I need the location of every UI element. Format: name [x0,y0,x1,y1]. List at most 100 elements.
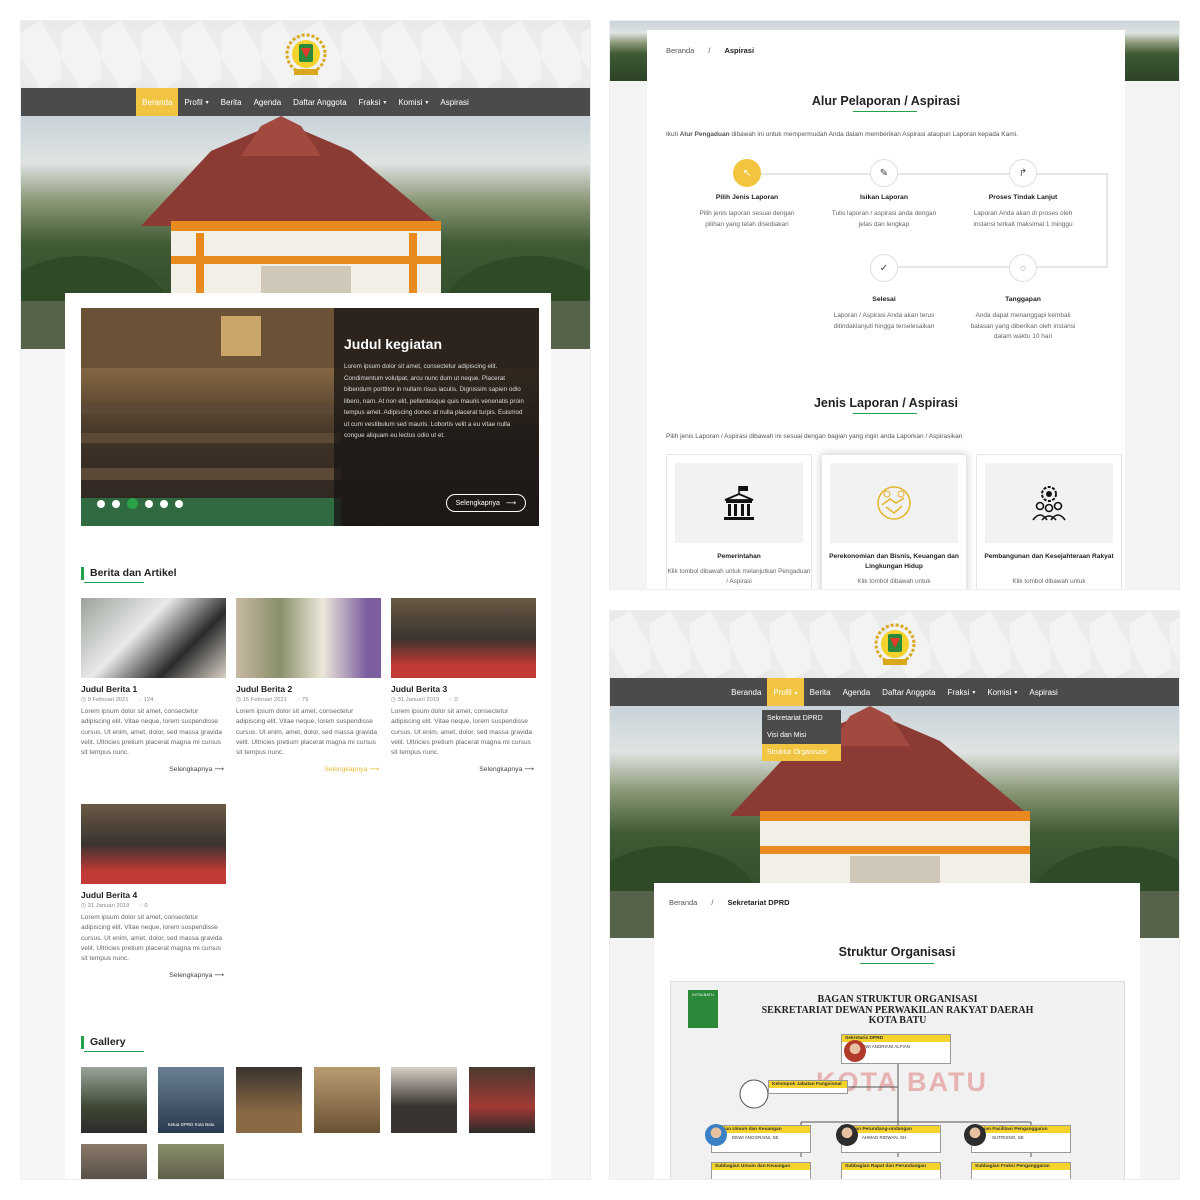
jenis-title: Pembangunan dan Kesejahteraan Rakyat [984,553,1114,560]
avatar [705,1124,727,1146]
title-underline [853,413,917,414]
step-title: Pilih Jenis Laporan [715,194,779,201]
org-box-fungsional: Kelompok Jabatan Fungsional [768,1080,848,1094]
news-more-link[interactable]: Selengkapnya ⟶ [391,765,536,773]
dropdown-item-sekretariat[interactable]: Sekretariat DPRD [762,710,841,727]
jenis-card-pembangunan[interactable]: Pembangunan dan Kesejahteraan Rakyat Kli… [976,454,1122,589]
gallery-photo[interactable] [81,1144,147,1179]
breadcrumb-current: Sekretariat DPRD [727,898,790,907]
org-box-sub-umum: Subbagian Umum dan Keuangan [711,1162,811,1179]
dropdown-item-visi-misi[interactable]: Visi dan Misi [762,727,841,744]
chevron-down-icon: ▾ [383,99,387,106]
nav-beranda[interactable]: Beranda [136,88,179,116]
step-title: Isikan Laporan [860,194,908,201]
news-title[interactable]: Judul Berita 2 [236,684,381,694]
nav-profil[interactable]: Profil ▾ [178,88,214,116]
handshake-icon [830,463,958,543]
government-building-icon [675,463,803,543]
aspirasi-page-screenshot: Beranda / Aspirasi Alur Pelaporan / Aspi… [610,21,1179,589]
gallery-photo[interactable] [314,1067,380,1133]
forward-arrow-icon: ↱ [1009,159,1037,187]
news-meta: ◷ 15 Februari 2021 ◌ 79 [236,697,309,703]
news-more-link[interactable]: Selengkapnya ⟶ [236,765,381,773]
news-meta: ◷ 31 Januari 2019 ◌ 0 [391,697,458,703]
jenis-intro: Pilih jenis Laporan / Aspirasi dibawah i… [666,433,963,440]
nav-berita[interactable]: Berita [215,88,248,116]
alur-title: Alur Pelaporan / Aspirasi [811,94,961,108]
hero-slider[interactable]: Judul kegiatan Lorem ipsum dolor sit ame… [81,308,539,526]
breadcrumb-separator: / [708,46,711,55]
news-meta: ◷ 9 Februari 2021 ◌ 124 [81,697,154,703]
dropdown-item-struktur[interactable]: Struktur Organisasi [762,744,841,761]
slider-dots [97,498,183,509]
nav-fraksi[interactable]: Fraksi ▾ [353,88,393,116]
jenis-card-perekonomian[interactable]: Perekonomian dan Bisnis, Keuangan dan Li… [821,454,967,589]
org-box-sub-fraksi: Subbagian Fraksi Penganggaran [971,1162,1071,1179]
nav-komisi[interactable]: Komisi ▾ [981,678,1023,706]
avatar [836,1124,858,1146]
nav-beranda[interactable]: Beranda [725,678,767,706]
news-card[interactable]: Judul Berita 2 ◷ 15 Februari 2021 ◌ 79 Lo… [236,598,381,773]
step-desc: Laporan Anda akan di proses oleh instans… [973,210,1073,228]
nav-agenda[interactable]: Agenda [837,678,877,706]
news-title[interactable]: Judul Berita 3 [391,684,536,694]
step-desc: Tulis laporan / aspirasi anda dengan jel… [831,210,937,228]
jenis-card-pemerintahan[interactable]: Pemerintahan Klik tombol dibawah untuk m… [666,454,812,589]
edit-icon: ✎ [870,159,898,187]
people-gear-icon [985,463,1113,543]
title-underline [860,963,934,964]
chevron-down-icon: ▾ [972,689,976,696]
news-more-link[interactable]: Selengkapnya ⟶ [81,971,226,979]
gallery-photo[interactable] [236,1067,302,1133]
news-thumbnail[interactable] [81,804,226,884]
site-header [610,611,1179,678]
breadcrumb: Beranda / Aspirasi [666,46,754,55]
slider-dot-active[interactable] [127,498,138,509]
slider-dot[interactable] [97,499,105,508]
slider-dot[interactable] [145,499,153,508]
gallery-photo[interactable] [391,1067,457,1133]
gallery-photo[interactable]: Ketua DPRD Kota Batu [158,1067,224,1133]
breadcrumb-home[interactable]: Beranda [666,46,694,55]
breadcrumb-current: Aspirasi [724,46,755,55]
nav-aspirasi[interactable]: Aspirasi [434,88,474,116]
profil-dropdown-menu: Sekretariat DPRD Visi dan Misi Struktur … [762,710,841,761]
news-title[interactable]: Judul Berita 1 [81,684,226,694]
slider-dot[interactable] [112,499,120,508]
slide-text: Lorem ipsum dolor sit amet, consectetur … [344,363,524,439]
alur-intro: Ikuti Alur Pengaduan dibawah ini untuk m… [666,131,1018,138]
check-circle-icon: ✓ [870,254,898,282]
news-thumbnail[interactable] [391,598,536,678]
news-card[interactable]: Judul Berita 4 ◷ 31 Januari 2019 ◌ 0 Lore… [81,804,226,979]
news-excerpt: Lorem ipsum dolor sit amet, consectetur … [391,708,533,757]
dprd-logo[interactable] [873,622,917,668]
slider-dot[interactable] [160,499,168,508]
avatar [964,1124,986,1146]
news-card[interactable]: Judul Berita 3 ◷ 31 Januari 2019 ◌ 0 Lore… [391,598,536,773]
nav-fraksi[interactable]: Fraksi ▾ [942,678,982,706]
slider-dot[interactable] [175,499,183,508]
nav-agenda[interactable]: Agenda [248,88,288,116]
gallery-photo[interactable] [158,1144,224,1179]
news-title[interactable]: Judul Berita 4 [81,890,226,900]
org-box-penganggaran: Bagian Fasilitasi Penganggaran SUTRISNO, … [971,1125,1071,1153]
gallery-photo[interactable] [81,1067,147,1133]
news-card[interactable]: Judul Berita 1 ◷ 9 Februari 2021 ◌ 124 Lo… [81,598,226,773]
news-thumbnail[interactable] [236,598,381,678]
news-excerpt: Lorem ipsum dolor sit amet, consectetur … [236,708,378,757]
nav-daftar-anggota[interactable]: Daftar Anggota [287,88,352,116]
breadcrumb-separator: / [711,898,714,907]
nav-komisi[interactable]: Komisi ▾ [392,88,434,116]
news-thumbnail[interactable] [81,598,226,678]
nav-aspirasi[interactable]: Aspirasi [1023,678,1063,706]
dprd-logo[interactable] [284,32,328,78]
nav-daftar-anggota[interactable]: Daftar Anggota [876,678,941,706]
news-more-link[interactable]: Selengkapnya ⟶ [81,765,226,773]
gallery-photo[interactable] [469,1067,535,1133]
breadcrumb-home[interactable]: Beranda [669,898,697,907]
slide-more-button[interactable]: Selengkapnya ⟶ [445,494,526,512]
nav-profil[interactable]: Profil ▴ [767,678,804,706]
nav-berita[interactable]: Berita [804,678,837,706]
chevron-down-icon: ▾ [205,99,209,106]
struktur-page-screenshot: Beranda Profil ▴ Berita Agenda Daftar Ang… [610,611,1179,1179]
